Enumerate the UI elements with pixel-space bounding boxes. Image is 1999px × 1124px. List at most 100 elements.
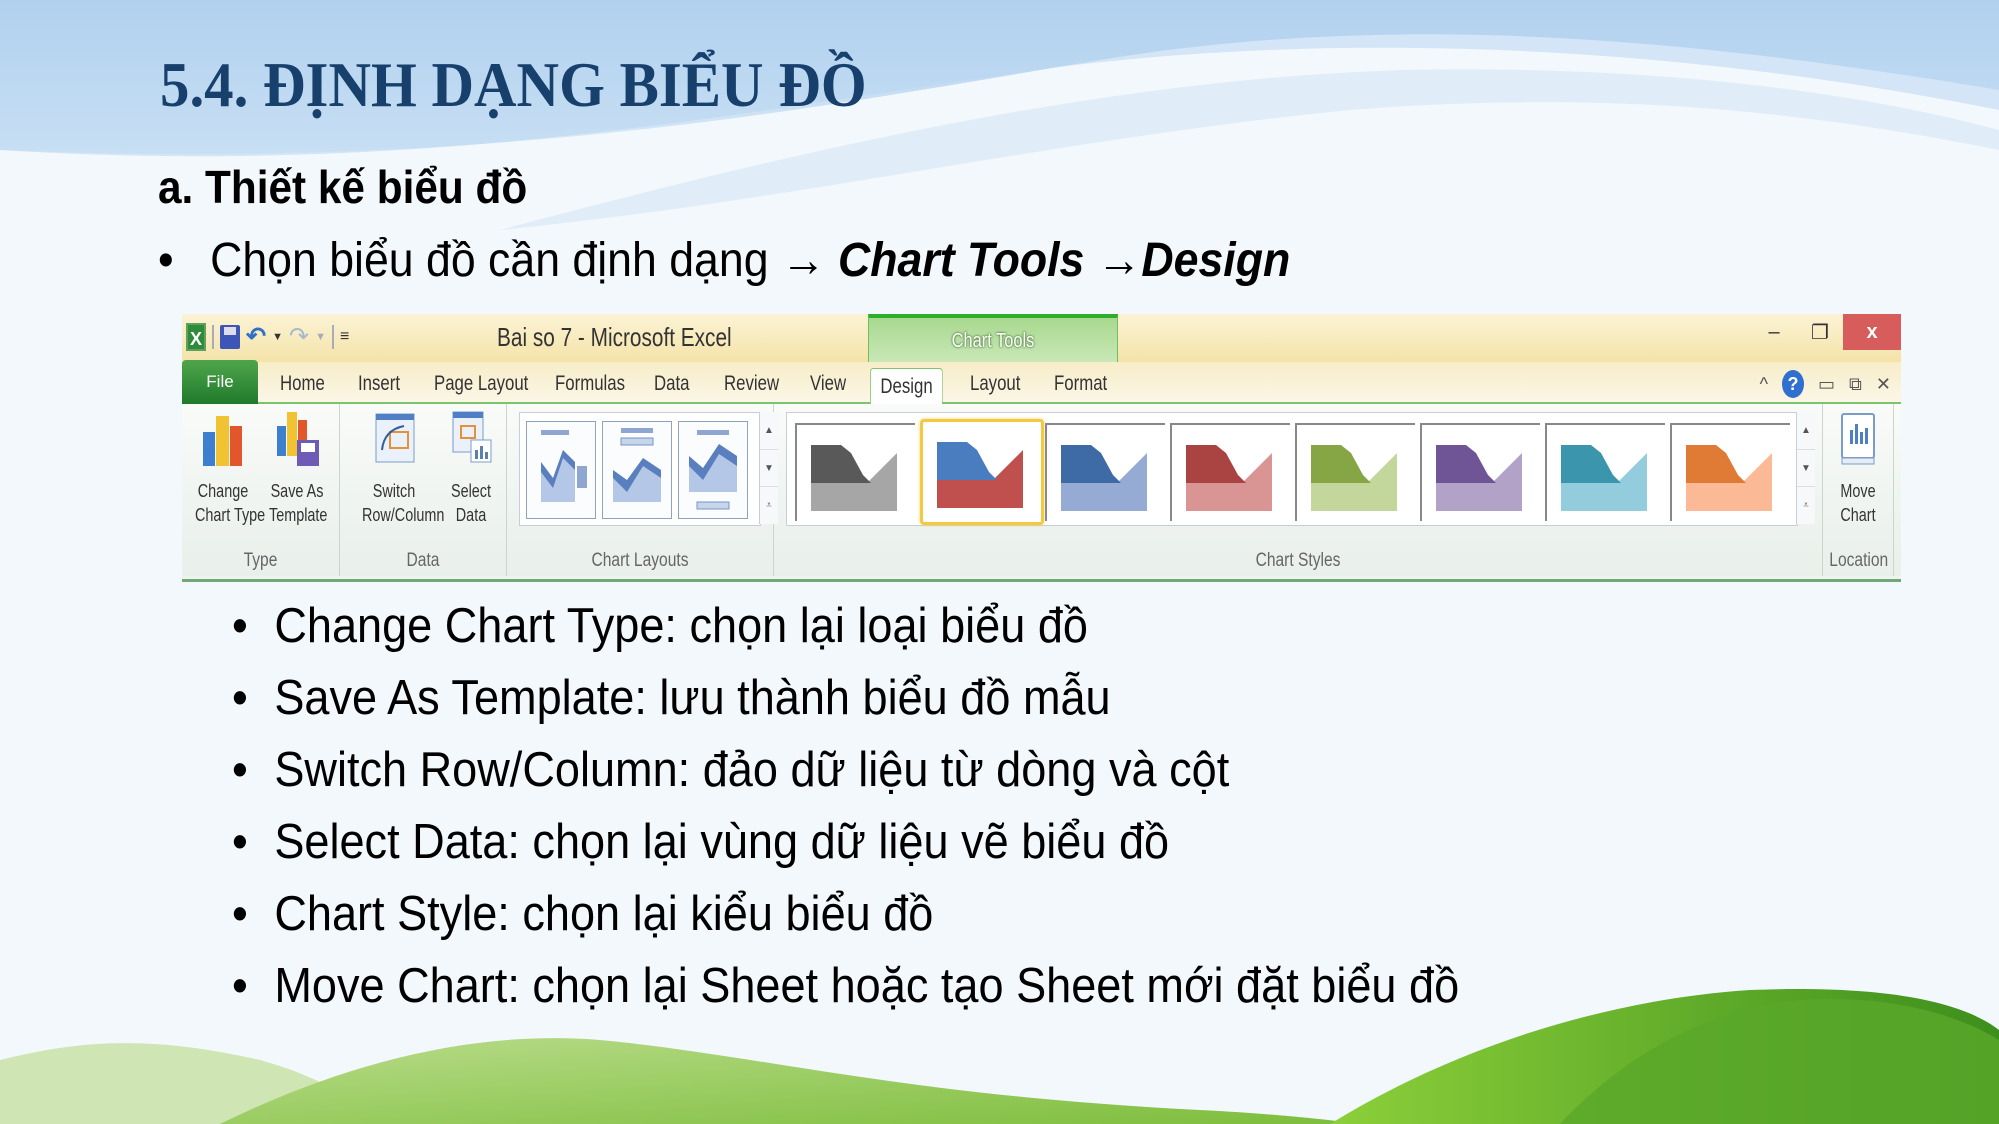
button-label: Select xyxy=(450,481,492,501)
chart-layouts-gallery xyxy=(519,412,761,526)
change-chart-type-button[interactable]: Change Chart Type xyxy=(188,410,266,527)
tab-format[interactable]: Format xyxy=(1054,366,1107,402)
tab-home[interactable]: Home xyxy=(280,366,325,402)
button-label: Template xyxy=(269,505,328,525)
select-data-icon xyxy=(452,411,492,463)
bullet-symbol: • xyxy=(232,887,248,941)
customize-toolbar-icon[interactable]: ≡ xyxy=(340,328,349,346)
group-type: Change Chart Type Save As Template Type xyxy=(182,404,340,576)
group-chart-styles: ▲ ▼ ⩡ Chart Styles xyxy=(774,404,1823,576)
tab-data[interactable]: Data xyxy=(654,366,689,402)
chart-layout-3[interactable] xyxy=(678,421,748,519)
tab-design[interactable]: Design xyxy=(870,368,944,405)
bullet-symbol: • xyxy=(232,959,248,1013)
chart-style-6[interactable] xyxy=(1420,423,1540,521)
list-item: • Move Chart: chọn lại Sheet hoặc tạo She… xyxy=(232,950,1459,1022)
chart-style-7[interactable] xyxy=(1545,423,1665,521)
bullet-symbol: • xyxy=(158,234,174,287)
select-data-button[interactable]: Select Data xyxy=(436,410,506,527)
change-chart-type-icon xyxy=(203,416,242,466)
chart-style-thumb-icon xyxy=(1686,445,1772,511)
separator xyxy=(212,324,214,349)
button-label: Chart xyxy=(1840,505,1876,525)
button-label: Data xyxy=(455,505,487,525)
tab-view[interactable]: View xyxy=(810,366,846,402)
layout-thumb-icon xyxy=(613,428,661,502)
expand-gallery-icon[interactable]: ⩡ xyxy=(1797,487,1815,524)
restore-button[interactable]: ❐ xyxy=(1797,314,1843,350)
list-item-text: Save As Template: lưu thành biểu đồ mẫu xyxy=(274,671,1111,725)
style-dark-area xyxy=(1186,445,1246,483)
close-workbook-icon[interactable]: ✕ xyxy=(1876,374,1891,395)
chart-layout-1[interactable] xyxy=(526,421,596,519)
restore-workbook-icon[interactable]: ⧉ xyxy=(1849,374,1862,395)
chevron-down-icon[interactable]: ▼ xyxy=(315,331,326,343)
button-label: Change xyxy=(197,481,249,501)
tab-file[interactable]: File xyxy=(182,360,258,404)
chart-style-1[interactable] xyxy=(795,423,915,521)
separator xyxy=(332,324,334,349)
intro-bullet: • Chọn biểu đồ cần định dạng → Chart Tool… xyxy=(158,233,1290,288)
bullet-symbol: • xyxy=(232,599,248,653)
chart-style-4[interactable] xyxy=(1170,423,1290,521)
undo-icon[interactable]: ↶ xyxy=(246,322,266,351)
tab-insert[interactable]: Insert xyxy=(358,366,400,402)
close-button[interactable]: x xyxy=(1843,314,1901,350)
slide-title: 5.4. ĐỊNH DẠNG BIỂU ĐỒ xyxy=(160,49,867,120)
move-chart-button[interactable]: Move Chart xyxy=(1823,410,1893,527)
button-label: Move xyxy=(1840,481,1876,501)
chevron-down-icon[interactable]: ▼ xyxy=(272,331,283,343)
intro-design: Design xyxy=(1141,234,1291,287)
chart-styles-scroll: ▲ ▼ ⩡ xyxy=(1796,412,1815,524)
group-label: Location xyxy=(1829,550,1889,571)
bullet-symbol: • xyxy=(232,815,248,869)
layout-thumb-icon xyxy=(689,430,737,510)
group-label: Type xyxy=(243,550,278,571)
section-heading: a. Thiết kế biểu đồ xyxy=(158,161,528,213)
window-title: Bai so 7 - Microsoft Excel xyxy=(497,322,732,352)
redo-icon[interactable]: ↷ xyxy=(289,322,309,351)
style-dark-area xyxy=(1686,445,1746,483)
tab-review[interactable]: Review xyxy=(724,366,779,402)
save-icon[interactable] xyxy=(220,324,240,349)
collapse-ribbon-icon[interactable]: ^ xyxy=(1760,374,1768,395)
excel-ribbon: X ↶ ▼ ↷ ▼ ≡ Bai so 7 - Microsoft Excel –… xyxy=(182,314,1901,582)
group-label: Chart Styles xyxy=(1255,550,1341,571)
chart-tools-label: Chart Tools xyxy=(951,330,1035,352)
button-label: Save As xyxy=(270,481,324,501)
chart-style-2[interactable] xyxy=(920,419,1044,525)
list-item-text: Select Data: chọn lại vùng dữ liệu vẽ bi… xyxy=(274,815,1170,869)
button-label: Switch xyxy=(372,481,416,501)
list-item-text: Chart Style: chọn lại kiểu biểu đồ xyxy=(274,887,934,941)
save-as-template-button[interactable]: Save As Template xyxy=(262,410,332,527)
chart-style-8[interactable] xyxy=(1670,423,1790,521)
list-item: • Chart Style: chọn lại kiểu biểu đồ xyxy=(232,878,1459,950)
style-dark-area xyxy=(811,445,871,483)
tab-formulas[interactable]: Formulas xyxy=(555,366,625,402)
bullet-symbol: • xyxy=(232,671,248,725)
minimize-workbook-icon[interactable]: ▭ xyxy=(1818,374,1835,395)
switch-row-column-button[interactable]: Switch Row/Column xyxy=(354,410,445,527)
chart-style-thumb-icon xyxy=(1186,445,1272,511)
minimize-button[interactable]: – xyxy=(1751,314,1797,350)
scroll-down-icon[interactable]: ▼ xyxy=(1797,450,1815,488)
quick-access-toolbar: X ↶ ▼ ↷ ▼ ≡ xyxy=(186,322,349,351)
tab-layout[interactable]: Layout xyxy=(970,366,1020,402)
style-dark-area xyxy=(1561,445,1621,483)
group-label: Data xyxy=(406,550,440,571)
explanation-list: • Change Chart Type: chọn lại loại biểu đ… xyxy=(232,590,1566,1022)
scroll-up-icon[interactable]: ▲ xyxy=(1797,412,1815,450)
button-label: Row/Column xyxy=(362,505,445,525)
button-label: Chart Type xyxy=(195,505,266,525)
tab-page-layout[interactable]: Page Layout xyxy=(434,366,528,402)
list-item: • Save As Template: lưu thành biểu đồ mẫu xyxy=(232,662,1459,734)
bullet-symbol: • xyxy=(232,743,248,797)
chart-style-5[interactable] xyxy=(1295,423,1415,521)
intro-text: Chọn biểu đồ cần định dạng xyxy=(210,234,769,287)
chart-layout-2[interactable] xyxy=(602,421,672,519)
list-item: • Change Chart Type: chọn lại loại biểu đ… xyxy=(232,590,1459,662)
excel-icon[interactable]: X xyxy=(186,322,206,351)
help-icon[interactable]: ? xyxy=(1782,370,1805,398)
style-dark-area xyxy=(1436,445,1496,483)
chart-style-3[interactable] xyxy=(1045,423,1165,521)
